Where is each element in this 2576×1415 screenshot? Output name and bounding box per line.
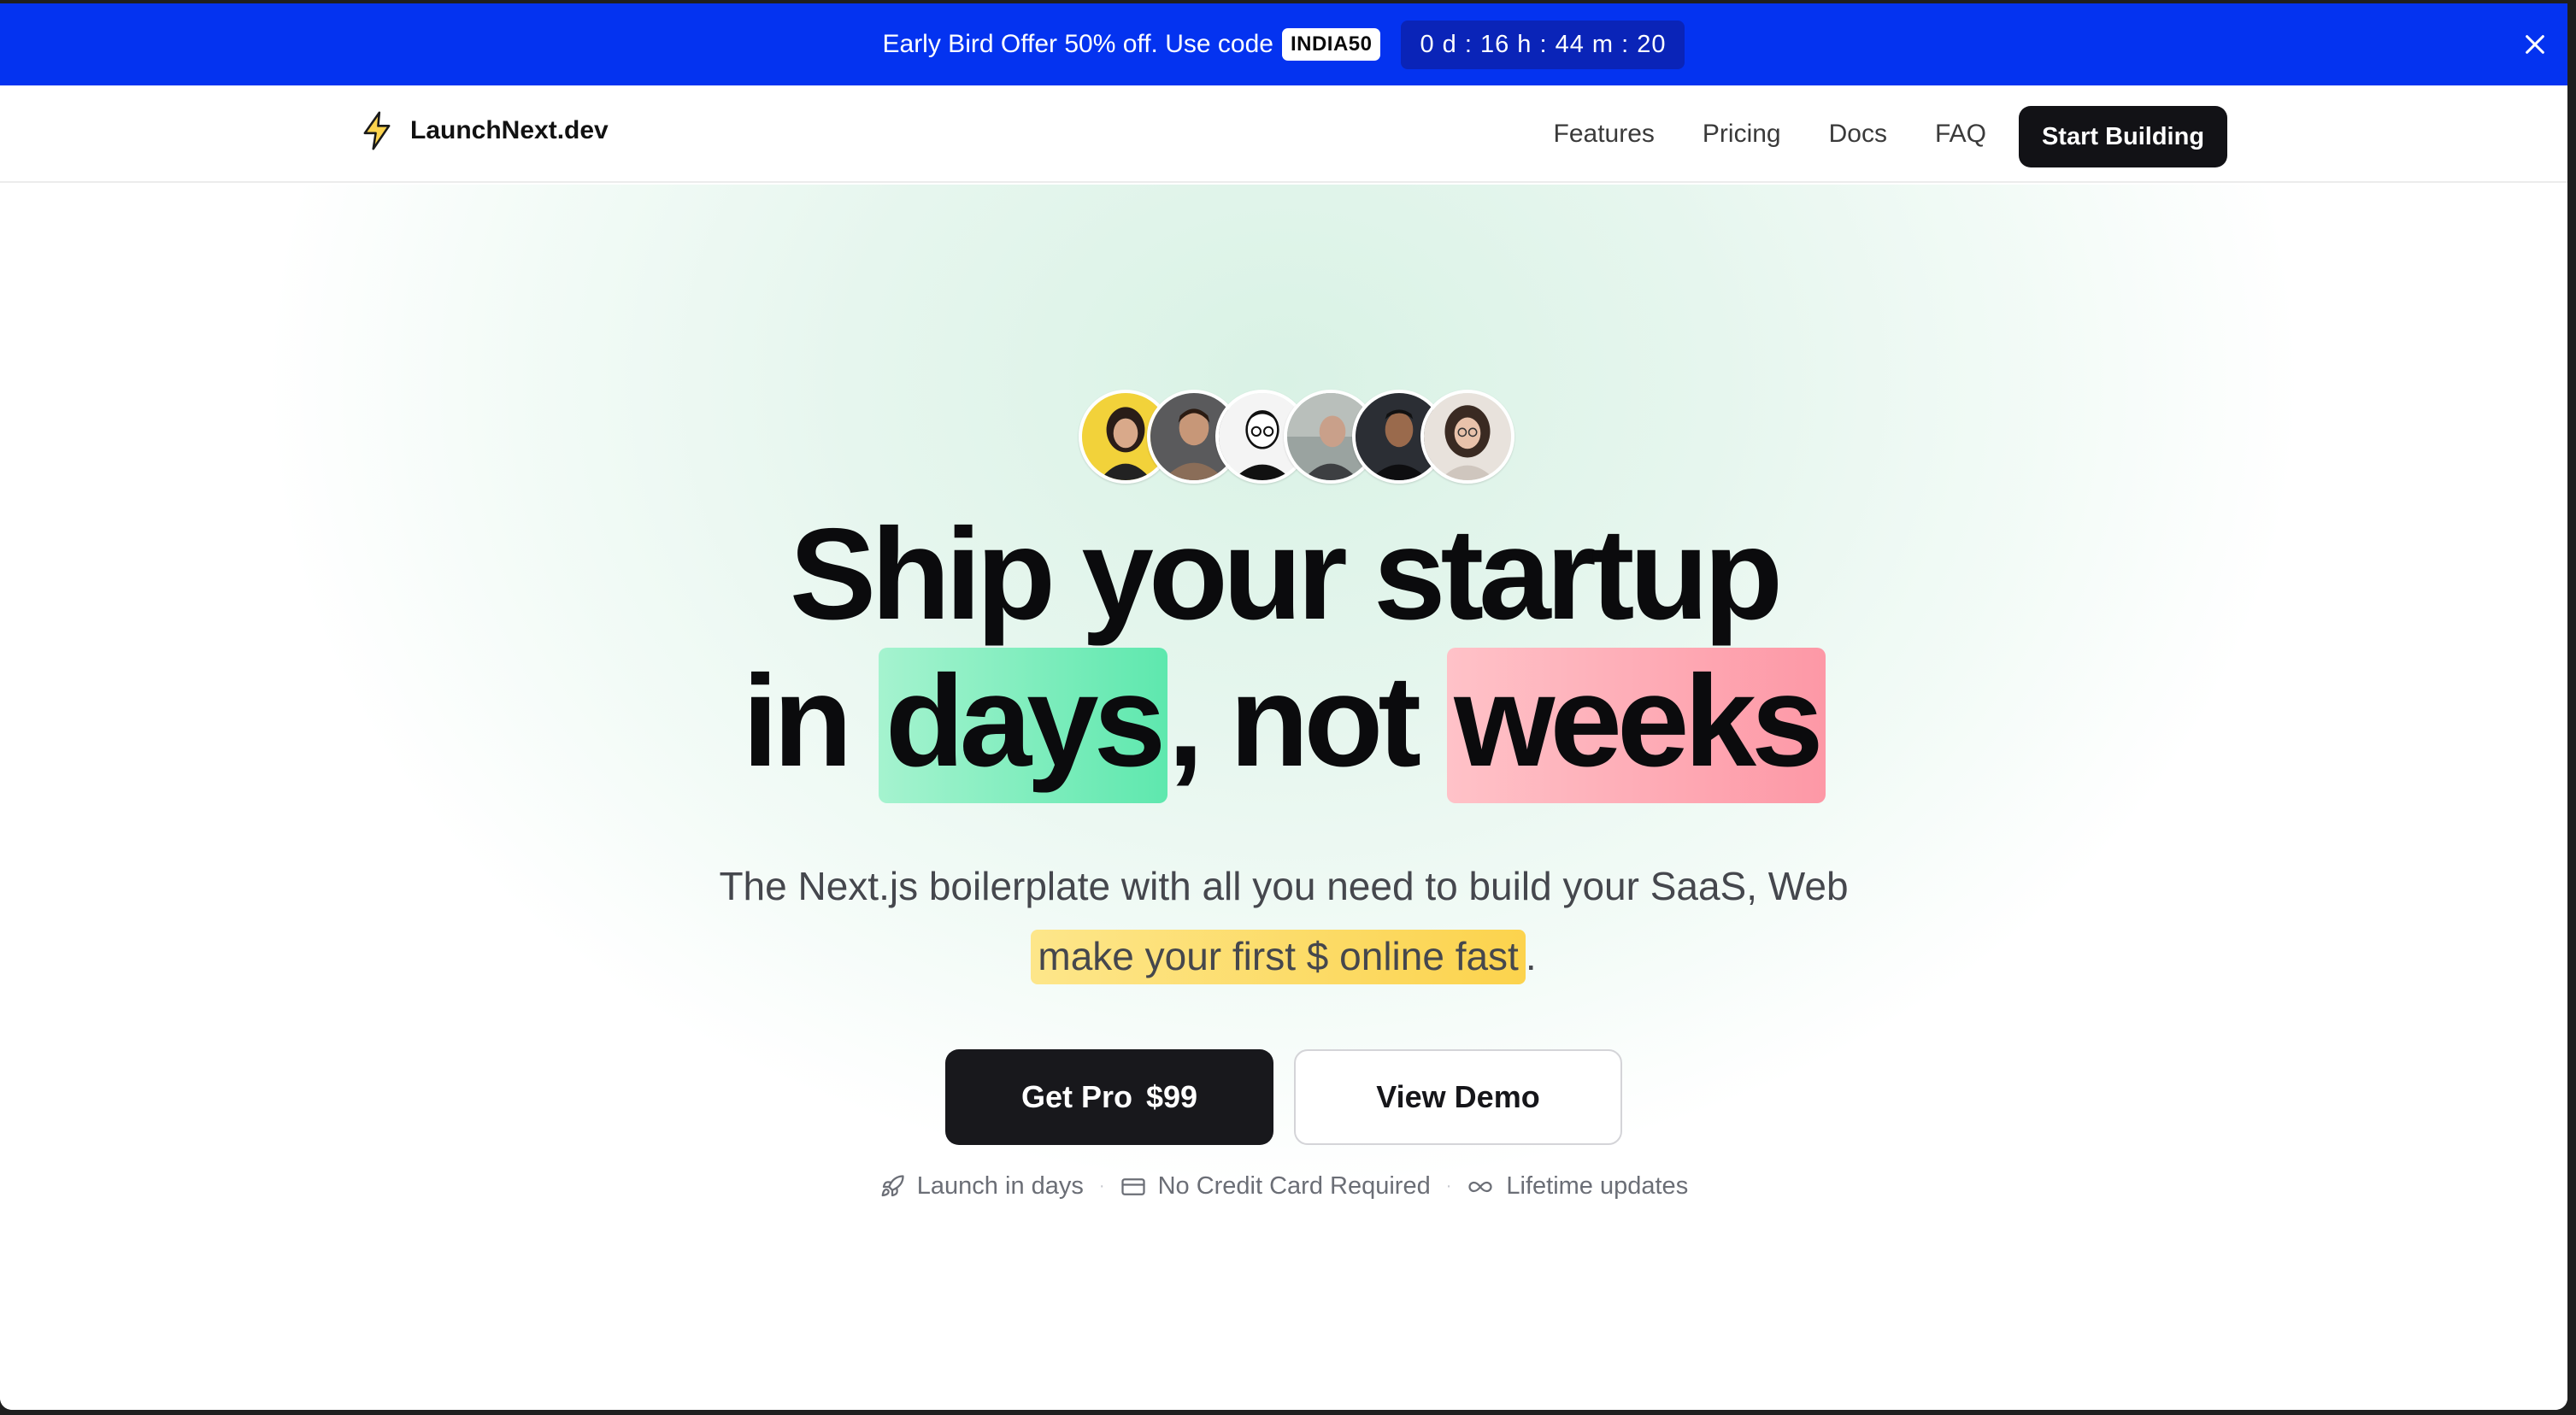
highlight-days: days [878,648,1168,803]
credit-card-icon [1120,1177,1145,1195]
feature-launch: Launch in days [879,1172,1084,1201]
brand-name: LaunchNext.dev [410,116,609,144]
separator: · [1445,1177,1452,1195]
headline-line-1: Ship your startup [789,502,1783,647]
close-banner-button[interactable] [2513,22,2557,67]
separator: · [1098,1177,1105,1195]
feature-no-card-label: No Credit Card Required [1157,1172,1431,1200]
feature-lifetime-label: Lifetime updates [1506,1172,1689,1200]
feature-lifetime: Lifetime updates [1467,1172,1688,1201]
headline-not: , not [1167,649,1421,794]
get-pro-button[interactable]: Get Pro $99 [945,1049,1273,1145]
nav-link-faq[interactable]: FAQ [1935,120,1986,149]
start-building-button[interactable]: Start Building [2019,106,2227,167]
hero-section: Ship your startup in days, not weeks The… [0,185,2567,1410]
rocket-icon [881,1174,904,1196]
highlight-weeks: weeks [1447,648,1826,803]
get-pro-price: $99 [1145,1079,1198,1114]
promo-code-badge: INDIA50 [1281,28,1381,61]
infinity-icon [1468,1181,1492,1192]
navbar: LaunchNext.dev Features Pricing Docs FAQ… [0,85,2567,183]
feature-no-card: No Credit Card Required [1120,1172,1431,1201]
highlight-first-dollar: make your first $ online fast [1031,930,1526,984]
bolt-icon [363,111,391,150]
subheadline-line-2: make your first $ online fast. [0,930,2567,984]
feature-list: Launch in days · No Credit Card Required… [0,1172,2567,1201]
nav-link-features[interactable]: Features [1554,120,1655,149]
avatar [1420,390,1514,484]
subheadline-period: . [1525,934,1537,978]
brand-logo-link[interactable]: LaunchNext.dev [362,111,609,150]
nav-links: Features Pricing Docs FAQ [1554,85,1986,183]
subheadline-line-1: The Next.js boilerplate with all you nee… [719,864,1849,908]
promo-text: Early Bird Offer 50% off. Use code [882,30,1273,58]
headline-in: in [742,649,852,794]
headline-line-2: in days, not weeks [0,648,2567,803]
nav-link-docs[interactable]: Docs [1829,120,1887,149]
nav-link-pricing[interactable]: Pricing [1703,120,1781,149]
get-pro-label: Get Pro [1020,1079,1132,1114]
countdown-timer: 0 d : 16 h : 44 m : 20 [1401,20,1685,69]
view-demo-button[interactable]: View Demo [1294,1049,1622,1145]
promo-banner: Early Bird Offer 50% off. Use code INDIA… [0,3,2567,85]
browser-viewport: Early Bird Offer 50% off. Use code INDIA… [0,3,2567,1410]
promo-message: Early Bird Offer 50% off. Use code INDIA… [883,28,1381,61]
avatar-stack [1079,390,1514,484]
close-icon [2526,35,2544,54]
feature-launch-label: Launch in days [916,1172,1084,1200]
